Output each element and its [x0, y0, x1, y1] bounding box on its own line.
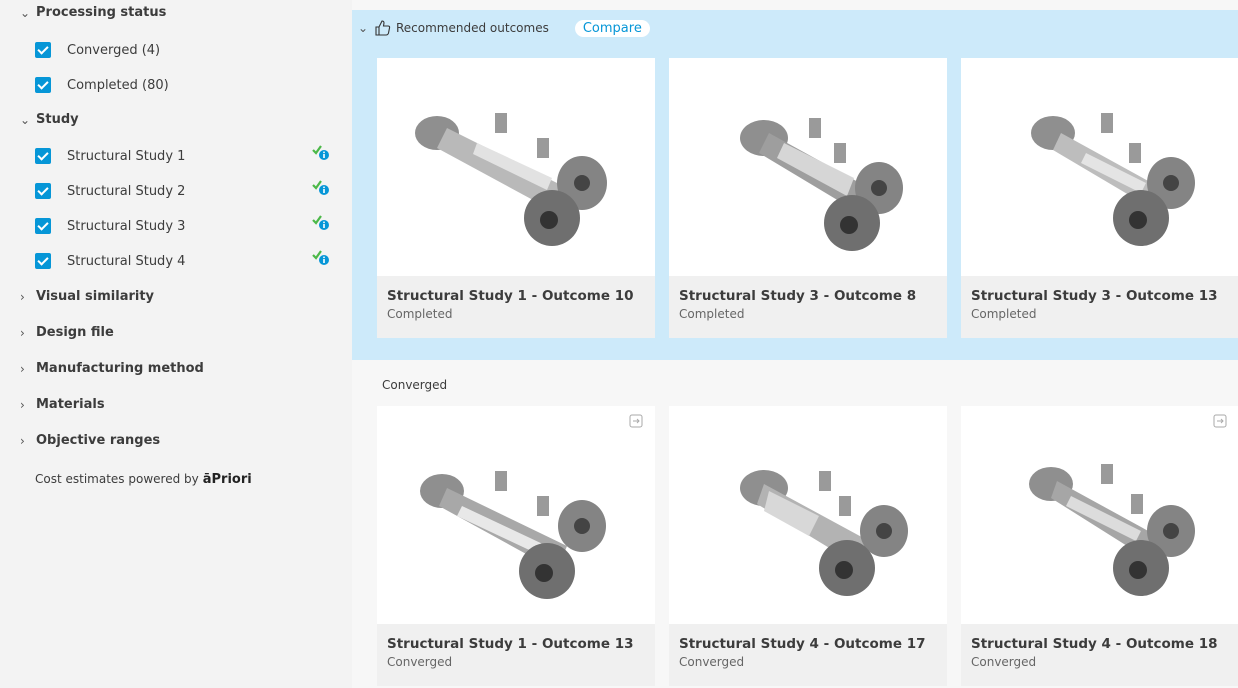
section-label: Study	[36, 112, 79, 127]
section-label: Manufacturing method	[36, 361, 204, 376]
outcome-card[interactable]: Structural Study 1 - Outcome 10 Complete…	[377, 58, 655, 338]
thumbs-up-icon	[375, 20, 391, 36]
outcome-status: Converged	[387, 655, 453, 669]
section-label: Visual similarity	[36, 289, 155, 304]
checkbox[interactable]	[35, 218, 51, 234]
open-external-icon[interactable]	[1213, 414, 1227, 428]
part-render-image	[740, 470, 908, 596]
chevron-right-icon: ›	[20, 289, 25, 304]
filter-sidebar: ⌄ Processing status Converged (4) Comple…	[0, 0, 352, 688]
part-render-image	[1029, 464, 1195, 596]
study-success-info-icon[interactable]	[311, 142, 331, 162]
credit-text: Cost estimates powered by	[35, 472, 199, 486]
card-footer: Structural Study 4 - Outcome 18 Converge…	[961, 624, 1238, 686]
checkbox[interactable]	[35, 77, 51, 93]
study-success-info-icon[interactable]	[311, 177, 331, 197]
card-footer: Structural Study 1 - Outcome 10 Complete…	[377, 276, 655, 338]
outcome-title: Structural Study 4 - Outcome 17	[679, 636, 926, 652]
outcome-thumbnail	[669, 58, 947, 276]
card-footer: Structural Study 3 - Outcome 8 Completed	[669, 276, 947, 338]
outcome-title: Structural Study 1 - Outcome 13	[387, 636, 634, 652]
checkbox[interactable]	[35, 183, 51, 199]
chevron-right-icon: ›	[20, 397, 25, 412]
outcome-status: Completed	[387, 307, 453, 321]
compare-button[interactable]: Compare	[574, 19, 650, 37]
recommended-title: Recommended outcomes	[396, 21, 549, 35]
outcome-card[interactable]: Structural Study 4 - Outcome 17 Converge…	[669, 406, 947, 686]
outcome-title: Structural Study 1 - Outcome 10	[387, 288, 634, 304]
section-processing-status[interactable]: ⌄ Processing status	[20, 5, 166, 20]
filter-label: Structural Study 4	[67, 253, 186, 269]
chevron-down-icon[interactable]: ⌄	[358, 21, 374, 35]
outcome-card[interactable]: Structural Study 4 - Outcome 18 Converge…	[961, 406, 1238, 686]
filter-label: Structural Study 2	[67, 183, 186, 199]
outcome-card[interactable]: Structural Study 3 - Outcome 13 Complete…	[961, 58, 1238, 338]
checkbox[interactable]	[35, 148, 51, 164]
section-materials[interactable]: › Materials	[20, 397, 105, 412]
outcome-status: Converged	[679, 655, 745, 669]
outcome-status: Completed	[971, 307, 1037, 321]
outcome-title: Structural Study 3 - Outcome 13	[971, 288, 1218, 304]
section-label: Design file	[36, 325, 114, 340]
part-render-image	[1031, 113, 1195, 246]
study-success-info-icon[interactable]	[311, 247, 331, 267]
outcome-title: Structural Study 3 - Outcome 8	[679, 288, 917, 304]
part-render-image	[415, 113, 607, 246]
filter-completed[interactable]: Completed (80)	[35, 77, 335, 93]
apriori-logo: āPriori	[202, 472, 252, 487]
study-success-info-icon[interactable]	[311, 212, 331, 232]
filter-label: Completed (80)	[67, 77, 169, 93]
filter-label: Structural Study 1	[67, 148, 186, 164]
section-design-file[interactable]: › Design file	[20, 325, 114, 340]
recommended-header[interactable]: ⌄ Recommended outcomes Compare	[358, 18, 650, 38]
part-render-image	[740, 118, 903, 251]
cost-estimate-credit: Cost estimates powered by āPriori	[35, 472, 252, 487]
outcome-card[interactable]: Structural Study 3 - Outcome 8 Completed	[669, 58, 947, 338]
filter-label: Converged (4)	[67, 42, 161, 58]
outcome-thumbnail	[961, 58, 1238, 276]
open-external-icon[interactable]	[629, 414, 643, 428]
filter-study-2[interactable]: Structural Study 2	[35, 180, 335, 199]
card-footer: Structural Study 3 - Outcome 13 Complete…	[961, 276, 1238, 338]
outcome-status: Converged	[971, 655, 1037, 669]
section-label: Objective ranges	[36, 433, 161, 448]
section-study[interactable]: ⌄ Study	[20, 112, 79, 127]
chevron-down-icon: ⌄	[20, 112, 31, 127]
outcome-thumbnail	[961, 406, 1238, 624]
section-manufacturing-method[interactable]: › Manufacturing method	[20, 361, 204, 376]
filter-label: Structural Study 3	[67, 218, 186, 234]
filter-study-3[interactable]: Structural Study 3	[35, 215, 335, 234]
filter-study-1[interactable]: Structural Study 1	[35, 145, 335, 164]
outcome-title: Structural Study 4 - Outcome 18	[971, 636, 1218, 652]
outcome-thumbnail	[377, 406, 655, 624]
section-visual-similarity[interactable]: › Visual similarity	[20, 289, 154, 304]
section-label: Processing status	[36, 5, 167, 20]
chevron-right-icon: ›	[20, 361, 25, 376]
card-footer: Structural Study 4 - Outcome 17 Converge…	[669, 624, 947, 686]
outcome-thumbnail	[377, 58, 655, 276]
part-render-image	[420, 471, 606, 599]
card-footer: Structural Study 1 - Outcome 13 Converge…	[377, 624, 655, 686]
outcome-thumbnail	[669, 406, 947, 624]
chevron-right-icon: ›	[20, 325, 25, 340]
filter-converged[interactable]: Converged (4)	[35, 42, 335, 58]
checkbox[interactable]	[35, 42, 51, 58]
outcome-card[interactable]: Structural Study 1 - Outcome 13 Converge…	[377, 406, 655, 686]
chevron-right-icon: ›	[20, 433, 25, 448]
section-objective-ranges[interactable]: › Objective ranges	[20, 433, 160, 448]
outcome-status: Completed	[679, 307, 745, 321]
section-label: Materials	[36, 397, 105, 412]
outcomes-main: ⌄ Recommended outcomes Compare Structura…	[352, 0, 1238, 688]
checkbox[interactable]	[35, 253, 51, 269]
chevron-down-icon: ⌄	[20, 5, 31, 20]
filter-study-4[interactable]: Structural Study 4	[35, 250, 335, 269]
section-title-converged: Converged	[382, 378, 448, 392]
